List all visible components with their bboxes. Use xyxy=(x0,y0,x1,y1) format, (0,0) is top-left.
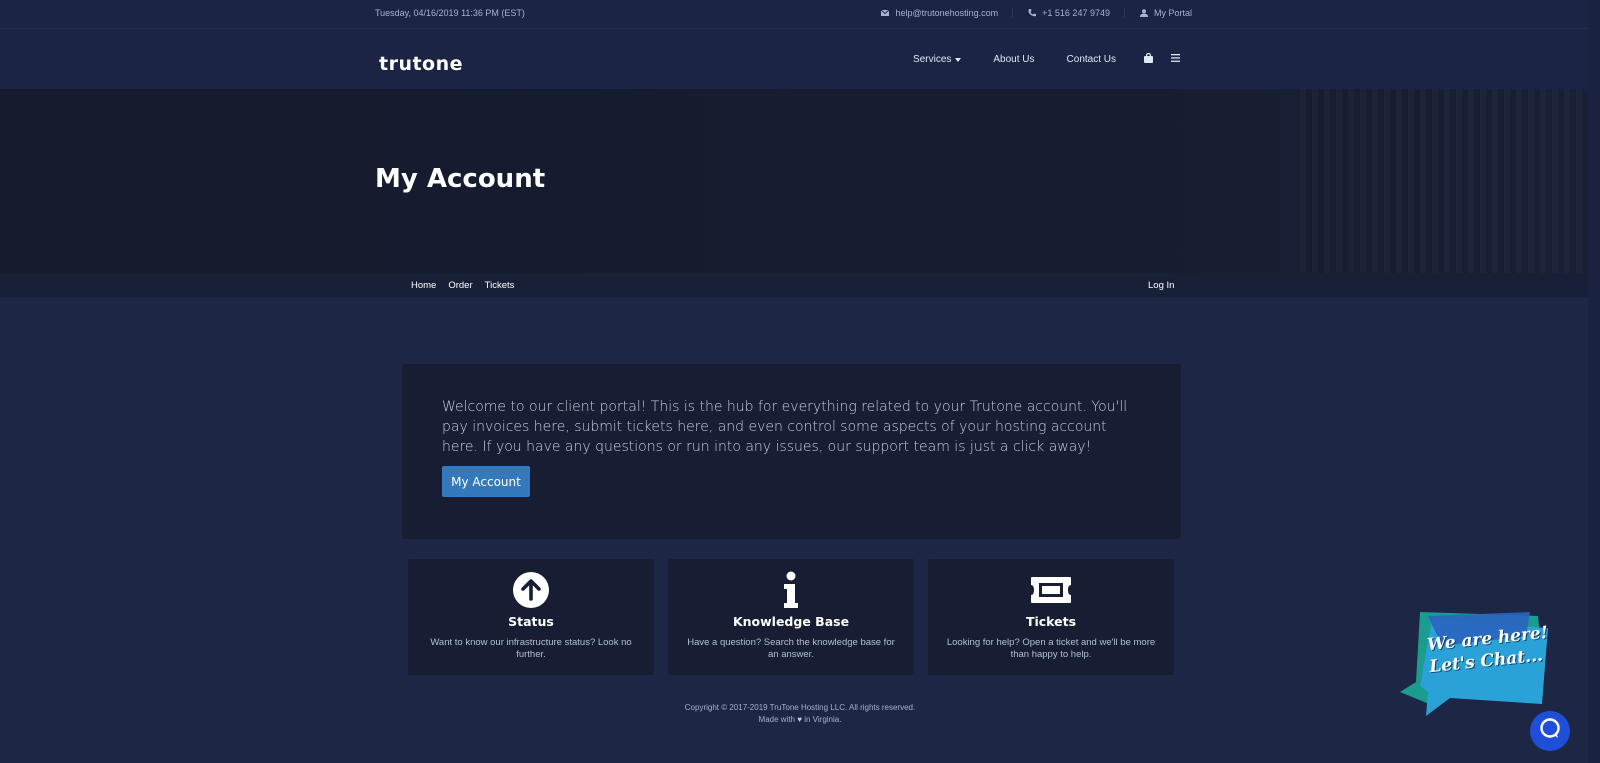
knowledge-base-desc: Have a question? Search the knowledge ba… xyxy=(687,637,895,660)
chat-bubble-icon xyxy=(1539,717,1561,745)
user-icon xyxy=(1139,8,1149,18)
phone-icon xyxy=(1027,8,1037,18)
top-utility-bar: Tuesday, 04/16/2019 11:36 PM (EST) help@… xyxy=(0,0,1600,29)
made-with-line: Made with ♥ in Virginia. xyxy=(0,714,1600,726)
cart-button[interactable] xyxy=(1144,52,1153,66)
knowledge-base-box[interactable]: Knowledge Base Have a question? Search t… xyxy=(668,559,914,675)
phone-link[interactable]: +1 516 247 9749 xyxy=(1013,8,1125,18)
tickets-desc: Looking for help? Open a ticket and we'l… xyxy=(946,637,1156,660)
top-contacts: help@trutonehosting.com +1 516 247 9749 … xyxy=(866,8,1192,18)
tickets-title: Tickets xyxy=(1025,614,1077,629)
main-nav: Services About Us Contact Us xyxy=(897,50,1180,69)
subnav-login[interactable]: Log In xyxy=(1148,280,1174,291)
made-with-prefix: Made with xyxy=(758,715,796,724)
nav-services-label: Services xyxy=(913,54,952,65)
site-header: trutone Services About Us Contact Us xyxy=(0,29,1600,89)
site-footer: Copyright © 2017-2019 TruTone Hosting LL… xyxy=(0,702,1600,726)
nav-services[interactable]: Services xyxy=(897,50,977,69)
subnav-order[interactable]: Order xyxy=(448,280,472,291)
current-date: Tuesday, 04/16/2019 11:36 PM (EST) xyxy=(375,8,525,18)
chat-launcher-button[interactable] xyxy=(1530,711,1570,751)
nav-contact[interactable]: Contact Us xyxy=(1051,50,1132,69)
site-logo[interactable]: trutone xyxy=(379,53,463,75)
made-with-suffix: in Virginia. xyxy=(804,715,842,724)
portal-text: My Portal xyxy=(1153,8,1192,18)
status-desc: Want to know our infrastructure status? … xyxy=(430,637,632,660)
info-icon xyxy=(668,571,914,609)
chevron-down-icon xyxy=(955,57,962,62)
banner-texture xyxy=(1300,89,1600,273)
nav-about-label: About Us xyxy=(993,54,1035,65)
sub-nav-links: Home Order Tickets xyxy=(411,280,514,291)
copyright-text: Copyright © 2017-2019 TruTone Hosting LL… xyxy=(684,703,916,712)
subnav-tickets[interactable]: Tickets xyxy=(485,280,515,291)
portal-link[interactable]: My Portal xyxy=(1125,8,1192,18)
sub-nav: Home Order Tickets Log In xyxy=(0,273,1600,297)
subnav-home[interactable]: Home xyxy=(411,280,436,291)
menu-button[interactable] xyxy=(1171,54,1180,65)
heart-icon: ♥ xyxy=(797,715,802,724)
shopping-bag-icon xyxy=(1144,52,1153,66)
welcome-text: Welcome to our client portal! This is th… xyxy=(442,399,1128,455)
ticket-icon xyxy=(928,571,1174,609)
chat-promo-badge[interactable]: We are here! Let's Chat... xyxy=(1398,606,1550,718)
status-box[interactable]: Status Want to know our infrastructure s… xyxy=(408,559,654,675)
page-title: My Account xyxy=(375,164,546,194)
scrollbar[interactable] xyxy=(1588,0,1600,763)
login-label: Log In xyxy=(1148,280,1175,291)
nav-contact-label: Contact Us xyxy=(1066,54,1116,65)
knowledge-base-title: Knowledge Base xyxy=(732,614,850,629)
page-banner: My Account xyxy=(0,89,1600,273)
envelope-icon xyxy=(880,8,890,18)
tickets-box[interactable]: Tickets Looking for help? Open a ticket … xyxy=(928,559,1174,675)
nav-about[interactable]: About Us xyxy=(977,50,1050,69)
email-link[interactable]: help@trutonehosting.com xyxy=(866,8,1014,18)
hamburger-icon xyxy=(1171,54,1180,65)
phone-text: +1 516 247 9749 xyxy=(1042,8,1110,18)
arrow-up-circle-icon xyxy=(408,571,654,609)
email-text: help@trutonehosting.com xyxy=(895,8,999,18)
welcome-card: Welcome to our client portal! This is th… xyxy=(402,364,1181,539)
status-title: Status xyxy=(508,614,554,629)
my-account-button[interactable]: My Account xyxy=(442,466,530,497)
